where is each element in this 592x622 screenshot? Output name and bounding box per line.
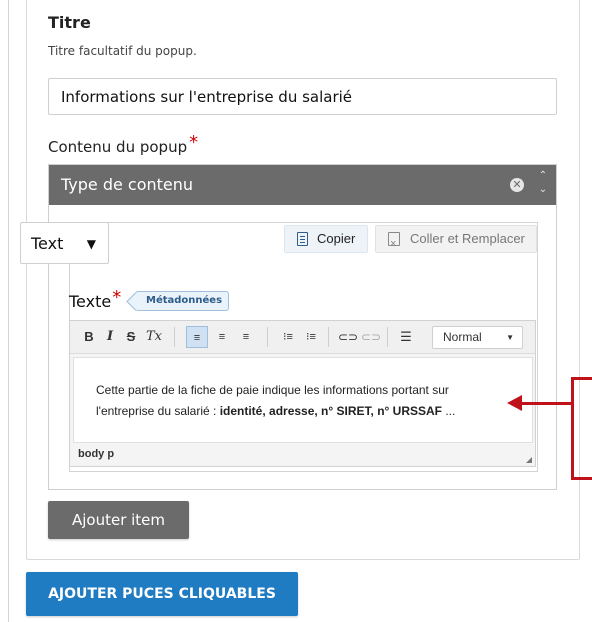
required-marker: * [189, 132, 199, 153]
align-right-button[interactable]: ≡ [237, 326, 255, 348]
copy-button-label: Copier [317, 231, 356, 246]
numbered-list-button[interactable]: ⁝≡ [302, 326, 320, 348]
paste-replace-label: Coller et Remplacer [410, 231, 525, 246]
caret-down-icon: ▼ [506, 333, 514, 342]
editor-toolbar: B I S Tx ≡ ≡ ≡ ⁝≡ ⁝≡ ⊂⊃ ⊂⊃ ☰ Normal ▼ [70, 321, 535, 354]
content-label: Contenu du popup * [48, 132, 198, 157]
toolbar-separator [328, 327, 329, 347]
horizontal-rule-icon[interactable]: ☰ [397, 326, 415, 348]
metadata-tag[interactable]: Métadonnées [135, 291, 230, 311]
editor-line-2-suffix: ... [442, 404, 456, 418]
text-label-text: Texte [69, 292, 112, 311]
editor-line-2: l'entreprise du salarié : identité, adre… [96, 401, 532, 422]
resize-grip-icon[interactable] [526, 457, 532, 463]
align-left-button[interactable]: ≡ [186, 326, 208, 348]
toolbar-separator [174, 327, 175, 347]
editor-content-area[interactable]: Cette partie de la fiche de paie indique… [73, 357, 533, 443]
add-item-button[interactable]: Ajouter item [48, 501, 189, 539]
bullet-list-button[interactable]: ⁝≡ [279, 326, 297, 348]
format-dropdown[interactable]: Normal ▼ [432, 326, 523, 349]
text-label: Texte* [69, 287, 121, 312]
copy-button[interactable]: Copier [284, 225, 368, 253]
strikethrough-button[interactable]: S [124, 326, 138, 348]
link-icon[interactable]: ⊂⊃ [338, 326, 358, 348]
rich-text-editor: B I S Tx ≡ ≡ ≡ ⁝≡ ⁝≡ ⊂⊃ ⊂⊃ ☰ Normal ▼ Ce… [69, 320, 536, 467]
content-type-select-value: Text [31, 234, 64, 253]
editor-path-status: body p [78, 448, 115, 460]
align-center-button[interactable]: ≡ [213, 326, 231, 348]
content-type-select[interactable]: Text ▼ [20, 222, 109, 264]
annotation-arrow-head [507, 395, 522, 411]
title-description: Titre facultatif du popup. [48, 44, 197, 58]
annotation-arrow [520, 402, 572, 405]
required-marker: * [112, 287, 122, 308]
italic-button[interactable]: I [103, 326, 117, 348]
title-label: Titre [48, 13, 91, 32]
left-divider [8, 0, 9, 622]
copy-icon [297, 232, 308, 246]
unlink-icon[interactable]: ⊂⊃ [361, 326, 381, 348]
bold-button[interactable]: B [81, 326, 97, 348]
clear-format-button[interactable]: Tx [146, 326, 162, 348]
format-dropdown-value: Normal [443, 330, 482, 344]
clipboard-icon [388, 231, 400, 257]
title-input[interactable] [48, 78, 557, 115]
add-clickable-bullets-button[interactable]: AJOUTER PUCES CLIQUABLES [26, 572, 298, 616]
chevron-down-icon: ▼ [86, 237, 96, 251]
paste-replace-button[interactable]: Coller et Remplacer [375, 225, 537, 257]
editor-line-2-prefix: l'entreprise du salarié : [96, 404, 220, 418]
editor-line-2-bold: identité, adresse, n° SIRET, n° URSSAF [219, 404, 442, 418]
toolbar-separator [387, 327, 388, 347]
annotation-box [571, 377, 592, 480]
content-type-header-label: Type de contenu [61, 175, 194, 194]
editor-line-1: Cette partie de la fiche de paie indique… [96, 383, 449, 397]
toolbar-separator [267, 327, 268, 347]
content-type-header[interactable]: Type de contenu ✕ ⌃ ⌄ [49, 165, 556, 205]
close-icon[interactable]: ✕ [510, 178, 524, 192]
reorder-arrows-icon[interactable]: ⌃ ⌄ [536, 169, 550, 201]
content-label-text: Contenu du popup [48, 138, 188, 156]
